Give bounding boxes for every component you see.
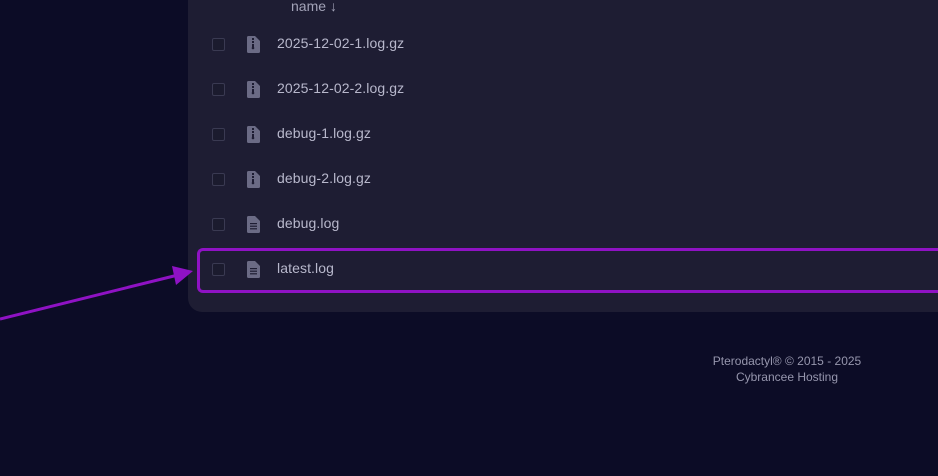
footer-host: Cybrancee Hosting	[735, 370, 839, 384]
annotation-arrow-icon	[0, 266, 193, 321]
footer: Pterodactyl® © 2015 - 2025 Cybrancee Hos…	[687, 353, 887, 385]
footer-copyright: Pterodactyl® © 2015 - 2025	[712, 354, 862, 368]
